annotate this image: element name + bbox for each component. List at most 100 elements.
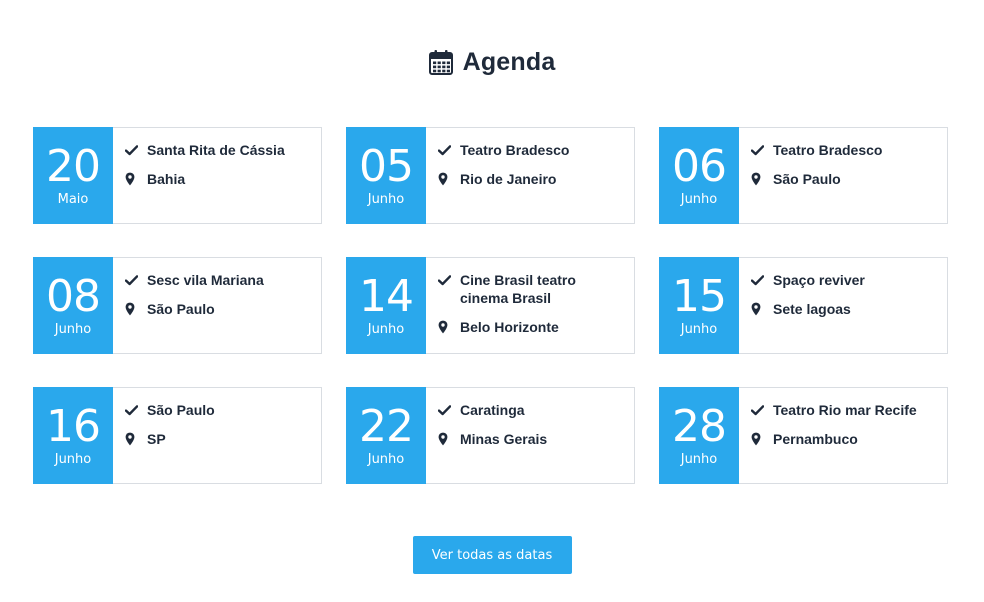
event-location-row: São Paulo [751,170,935,188]
event-location-row: Pernambuco [751,430,935,448]
event-card: 14 Junho Cine Brasil teatro cinema Brasil B… [346,257,635,354]
event-location-row: Minas Gerais [438,430,622,448]
map-marker-icon [438,430,460,448]
event-day: 05 [359,141,414,192]
event-date-box: 16 Junho [33,387,113,484]
event-location-row: SP [125,430,309,448]
event-venue: Teatro Bradesco [773,142,883,158]
event-info: Santa Rita de Cássia Bahia [113,128,321,223]
agenda-header: Agenda [0,44,984,80]
event-venue-row: Caratinga [438,401,622,419]
event-location: Bahia [147,171,186,187]
map-marker-icon [751,300,773,318]
event-month: Junho [54,322,92,337]
map-marker-icon [751,430,773,448]
event-location: SP [147,431,166,447]
event-location-row: Rio de Janeiro [438,170,622,188]
map-marker-icon [125,430,147,448]
event-day: 28 [672,401,727,452]
event-venue: Santa Rita de Cássia [147,142,285,158]
event-month: Junho [367,452,405,467]
map-marker-icon [125,170,147,188]
event-day: 06 [672,141,727,192]
event-day: 15 [672,271,727,322]
check-icon [438,401,460,419]
event-date-box: 28 Junho [659,387,739,484]
event-location: Minas Gerais [460,431,548,447]
event-location: Rio de Janeiro [460,171,557,187]
event-card: 08 Junho Sesc vila Mariana São Paulo [33,257,322,354]
event-card: 15 Junho Spaço reviver Sete lagoas [659,257,948,354]
event-date-box: 14 Junho [346,257,426,354]
event-venue-row: Teatro Bradesco [751,141,935,159]
event-info: Teatro Rio mar Recife Pernambuco [739,388,947,483]
event-venue-row: Teatro Rio mar Recife [751,401,935,419]
event-month: Junho [680,192,718,207]
check-icon [125,271,147,289]
event-day: 16 [46,401,101,452]
event-info: Teatro Bradesco Rio de Janeiro [426,128,634,223]
event-venue: São Paulo [147,402,215,418]
event-month: Junho [367,322,405,337]
event-card: 16 Junho São Paulo SP [33,387,322,484]
event-info: Teatro Bradesco São Paulo [739,128,947,223]
map-marker-icon [438,318,460,336]
event-venue-row: São Paulo [125,401,309,419]
map-marker-icon [125,300,147,318]
event-day: 08 [46,271,101,322]
check-icon [751,141,773,159]
event-date-box: 06 Junho [659,127,739,224]
event-venue: Teatro Rio mar Recife [773,402,917,418]
event-venue-row: Spaço reviver [751,271,935,289]
event-location: Sete lagoas [773,301,851,317]
event-location-row: São Paulo [125,300,309,318]
page-title: Agenda [462,47,556,76]
event-card: 28 Junho Teatro Rio mar Recife Pernambuco [659,387,948,484]
event-location: Belo Horizonte [460,319,559,335]
event-info: São Paulo SP [113,388,321,483]
event-card: 22 Junho Caratinga Minas Gerais [346,387,635,484]
event-info: Spaço reviver Sete lagoas [739,258,947,353]
event-location-row: Bahia [125,170,309,188]
map-marker-icon [751,170,773,188]
event-info: Caratinga Minas Gerais [426,388,634,483]
event-location: São Paulo [147,301,215,317]
event-card: 06 Junho Teatro Bradesco São Paulo [659,127,948,224]
event-card: 05 Junho Teatro Bradesco Rio de Janeiro [346,127,635,224]
event-venue: Caratinga [460,402,525,418]
event-date-box: 22 Junho [346,387,426,484]
event-location: São Paulo [773,171,841,187]
event-location-row: Belo Horizonte [438,318,622,336]
cta-container: Ver todas as datas [0,536,984,574]
event-info: Cine Brasil teatro cinema Brasil Belo Hor… [426,258,634,353]
event-month: Junho [54,452,92,467]
event-venue-row: Sesc vila Mariana [125,271,309,289]
event-date-box: 20 Maio [33,127,113,224]
event-grid: 20 Maio Santa Rita de Cássia Bahia 05 Junho Te… [33,127,949,484]
event-day: 22 [359,401,414,452]
event-venue: Sesc vila Mariana [147,272,264,288]
event-venue-row: Teatro Bradesco [438,141,622,159]
event-card: 20 Maio Santa Rita de Cássia Bahia [33,127,322,224]
event-month: Junho [680,452,718,467]
event-day: 20 [46,141,101,192]
check-icon [125,141,147,159]
event-month: Junho [680,322,718,337]
event-info: Sesc vila Mariana São Paulo [113,258,321,353]
event-date-box: 15 Junho [659,257,739,354]
event-date-box: 05 Junho [346,127,426,224]
event-venue: Spaço reviver [773,272,865,288]
check-icon [125,401,147,419]
check-icon [751,271,773,289]
event-venue-row: Santa Rita de Cássia [125,141,309,159]
event-date-box: 08 Junho [33,257,113,354]
event-venue: Teatro Bradesco [460,142,570,158]
see-all-dates-button[interactable]: Ver todas as datas [412,536,572,574]
check-icon [438,141,460,159]
event-venue-row: Cine Brasil teatro cinema Brasil [438,271,622,307]
event-month: Maio [57,192,89,207]
event-month: Junho [367,192,405,207]
check-icon [751,401,773,419]
event-location: Pernambuco [773,431,858,447]
event-day: 14 [359,271,414,322]
